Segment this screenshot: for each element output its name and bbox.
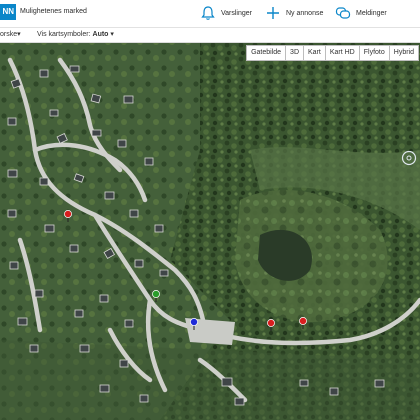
nav-new-ad-label: Ny annonse xyxy=(286,9,324,17)
region-select[interactable]: orske▾ xyxy=(0,30,21,38)
nav-notifications-label: Varslinger xyxy=(221,9,252,17)
bell-icon xyxy=(201,6,215,20)
map-options-bar: orske▾ Vis kartsymboler: Auto ▾ xyxy=(0,28,420,43)
tab-hybrid[interactable]: Hybrid xyxy=(388,45,419,61)
nav-new-ad[interactable]: Ny annonse xyxy=(265,3,323,23)
tab-street-view[interactable]: Gatebilde xyxy=(246,45,287,61)
map-pin-icon[interactable] xyxy=(151,289,161,303)
satellite-map[interactable] xyxy=(0,43,420,420)
plus-icon xyxy=(267,7,279,19)
tab-map[interactable]: Kart xyxy=(303,45,326,61)
region-select-label: orske xyxy=(0,31,18,38)
chevron-down-icon: ▾ xyxy=(17,31,21,38)
nav-notifications[interactable]: Varslinger xyxy=(200,3,252,23)
tab-aerial-photo[interactable]: Flyfoto xyxy=(358,45,390,61)
map-symbols-label: Vis kartsymboler: xyxy=(37,31,91,38)
map-pin-icon[interactable] xyxy=(266,318,276,332)
aerial-imagery[interactable] xyxy=(0,43,420,420)
top-bar: NN Mulighetenes marked Varslinger Ny ann… xyxy=(0,0,420,28)
chevron-down-icon: ▾ xyxy=(110,31,114,38)
chat-icon xyxy=(335,7,351,19)
tab-3d[interactable]: 3D xyxy=(285,45,304,61)
tab-map-hd[interactable]: Kart HD xyxy=(324,45,360,61)
nav-messages[interactable]: Meldinger xyxy=(335,3,387,23)
site-logo[interactable]: NN xyxy=(0,4,16,20)
map-pin-icon[interactable] xyxy=(63,209,73,223)
brand-text[interactable]: Mulighetenes marked xyxy=(20,8,87,15)
map-type-tabs: Gatebilde 3D Kart Kart HD Flyfoto Hybrid xyxy=(246,45,419,61)
my-location-icon[interactable] xyxy=(401,150,417,166)
map-pin-icon[interactable] xyxy=(298,316,308,330)
map-symbols-value: Auto xyxy=(92,31,109,38)
nav-messages-label: Meldinger xyxy=(356,9,387,17)
map-pin-icon[interactable] xyxy=(189,317,199,331)
map-symbols-select[interactable]: Vis kartsymboler: Auto ▾ xyxy=(37,30,114,38)
